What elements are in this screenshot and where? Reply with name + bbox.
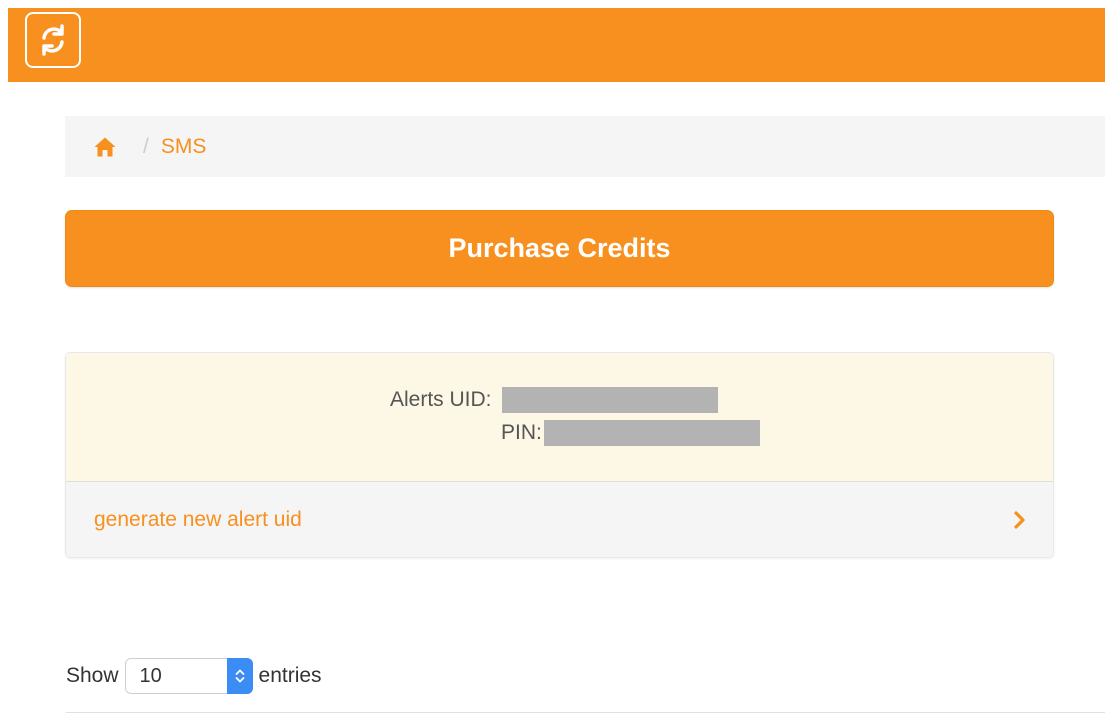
select-arrows-icon — [226, 658, 253, 694]
entries-select-value: 10 — [139, 664, 162, 687]
show-entries-control: Show 10 entries — [66, 658, 322, 694]
pin-row: PIN: — [501, 420, 760, 446]
breadcrumb-separator: / — [143, 134, 149, 158]
alerts-panel-body: Alerts UID: PIN: — [66, 353, 1053, 482]
entries-label: entries — [258, 664, 322, 687]
home-icon[interactable] — [93, 135, 117, 159]
pin-redacted-value — [543, 420, 760, 446]
entries-per-page-select[interactable]: 10 — [124, 658, 253, 694]
generate-uid-label: generate new alert uid — [94, 508, 302, 531]
generate-uid-link[interactable]: generate new alert uid — [66, 482, 1053, 557]
breadcrumb-current[interactable]: SMS — [161, 135, 207, 159]
alerts-panel: Alerts UID: PIN: generate new alert uid — [65, 352, 1054, 558]
table-top-border — [66, 712, 1105, 713]
purchase-credits-button[interactable]: Purchase Credits — [65, 210, 1054, 287]
app-logo[interactable] — [25, 12, 81, 68]
alerts-uid-redacted-value — [501, 387, 718, 413]
breadcrumb: / SMS — [65, 116, 1105, 177]
show-label: Show — [66, 664, 119, 687]
top-bar — [8, 8, 1105, 82]
refresh-icon — [42, 24, 64, 56]
alerts-uid-row: Alerts UID: — [390, 387, 718, 413]
alerts-uid-label: Alerts UID: — [390, 388, 492, 411]
chevron-right-icon — [1014, 511, 1025, 529]
pin-label: PIN: — [501, 421, 542, 444]
